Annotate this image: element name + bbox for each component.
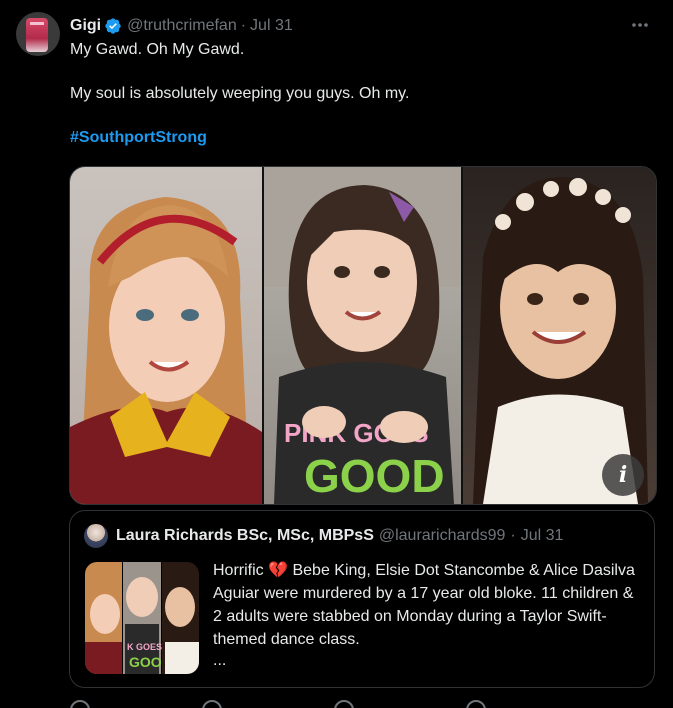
tweet[interactable]: Gigi @truthcrimefan · Jul 31 My Gawd. Oh… <box>0 0 673 708</box>
quoted-avatar[interactable] <box>84 524 108 548</box>
tweet-line: My Gawd. Oh My Gawd. <box>70 41 245 58</box>
repost-icon[interactable] <box>202 700 222 708</box>
more-options-icon[interactable] <box>629 16 651 34</box>
thumbnail-shirt-print: K GOES <box>127 642 162 652</box>
tweet-date[interactable]: Jul 31 <box>250 17 293 35</box>
avatar[interactable] <box>16 12 60 56</box>
quoted-text: Horrific 💔 Bebe King, Elsie Dot Stancomb… <box>213 559 643 651</box>
separator: · <box>510 527 516 544</box>
like-icon[interactable] <box>334 700 354 708</box>
hashtag-link[interactable]: #SouthportStrong <box>70 129 207 146</box>
quoted-author-handle[interactable]: @laurarichards99 <box>379 527 506 545</box>
quoted-header: Laura Richards BSc, MSc, MBPsS @lauraric… <box>116 527 644 545</box>
quoted-media-thumbnail[interactable]: K GOES GOOD <box>85 562 199 674</box>
author-handle[interactable]: @truthcrimefan <box>127 17 237 35</box>
info-icon[interactable]: i <box>602 454 644 496</box>
photo-illustration <box>70 197 262 504</box>
quoted-date[interactable]: Jul 31 <box>521 527 564 545</box>
views-icon[interactable] <box>466 700 486 708</box>
separator: · <box>240 17 247 34</box>
reply-icon[interactable] <box>70 700 90 708</box>
media-photo[interactable]: PINK GOES GOOD <box>264 167 461 504</box>
tweet-header: Gigi @truthcrimefan · Jul 31 <box>70 15 653 37</box>
action-bar <box>70 700 650 708</box>
shirt-print: GOOD <box>304 450 445 502</box>
quoted-text-part: Horrific <box>213 562 269 579</box>
quoted-ellipsis: ... <box>213 652 227 669</box>
verified-badge-icon <box>105 18 121 34</box>
tweet-line: My soul is absolutely weeping you guys. … <box>70 85 410 102</box>
tweet-text: My Gawd. Oh My Gawd. My soul is absolute… <box>70 39 650 149</box>
broken-heart-icon: 💔 <box>268 562 289 579</box>
quoted-author-name[interactable]: Laura Richards BSc, MSc, MBPsS <box>116 527 374 545</box>
thumbnail-illustration: K GOES GOOD <box>85 562 199 674</box>
author-name[interactable]: Gigi <box>70 17 101 35</box>
media-grid[interactable]: PINK GOES GOOD i <box>69 166 657 505</box>
quoted-tweet[interactable]: Laura Richards BSc, MSc, MBPsS @lauraric… <box>69 510 655 688</box>
avatar-detail <box>30 22 44 25</box>
photo-illustration: PINK GOES GOOD <box>264 167 461 504</box>
media-photo[interactable] <box>70 167 262 504</box>
